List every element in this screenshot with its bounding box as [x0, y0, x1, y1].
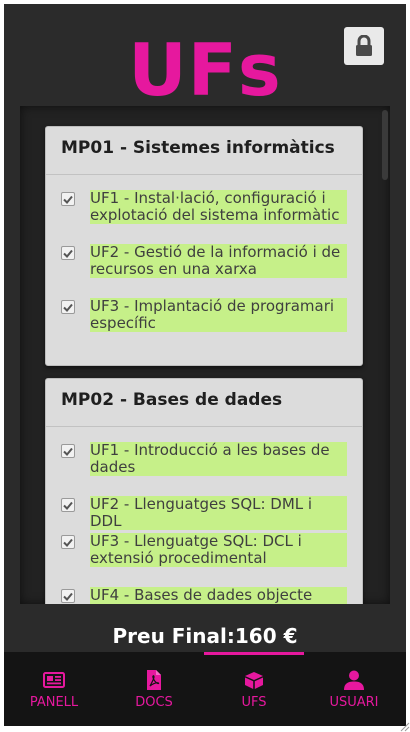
- resize-grip-icon[interactable]: [398, 720, 410, 732]
- uf-item[interactable]: UF2 - Gestió de la informació i de recur…: [61, 244, 347, 278]
- uf-item[interactable]: UF1 - Introducció a les bases de dades: [61, 442, 347, 476]
- uf-checkbox[interactable]: [61, 246, 75, 260]
- checkmark-icon: [63, 447, 73, 456]
- checkmark-icon: [63, 538, 73, 547]
- uf-item[interactable]: UF2 - Llenguatges SQL: DML i DDL: [61, 496, 347, 530]
- uf-checkbox[interactable]: [61, 589, 75, 603]
- uf-label: UF2 - Gestió de la informació i de recur…: [90, 244, 347, 278]
- uf-label: UF3 - Implantació de programari específi…: [90, 298, 347, 332]
- app-screen: UFs MP01 - Sistemes informàtics UF1 - In…: [4, 4, 406, 726]
- uf-checkbox[interactable]: [61, 535, 75, 549]
- lock-button[interactable]: [344, 27, 384, 65]
- uf-label: UF1 - Introducció a les bases de dades: [90, 442, 347, 476]
- module-title: MP01 - Sistemes informàtics: [46, 127, 362, 175]
- box-icon: [245, 672, 263, 689]
- nav-item-usuari[interactable]: USUARI: [304, 652, 404, 726]
- uf-checkbox[interactable]: [61, 498, 75, 512]
- uf-label: UF1 - Instal·lació, configuració i explo…: [90, 190, 347, 224]
- checkmark-icon: [63, 195, 73, 204]
- uf-item[interactable]: UF1 - Instal·lació, configuració i explo…: [61, 190, 347, 224]
- nav-item-ufs[interactable]: UFS: [204, 652, 304, 726]
- uf-label: UF3 - Llenguatge SQL: DCL i extensió pro…: [90, 533, 347, 567]
- uf-checkbox[interactable]: [61, 192, 75, 206]
- uf-checkbox[interactable]: [61, 444, 75, 458]
- checkmark-icon: [63, 249, 73, 258]
- nav-label: PANELL: [29, 695, 79, 710]
- modules-scroll-area[interactable]: MP01 - Sistemes informàtics UF1 - Instal…: [20, 106, 390, 604]
- uf-item[interactable]: UF3 - Implantació de programari específi…: [61, 298, 347, 332]
- uf-label: UF2 - Llenguatges SQL: DML i DDL: [90, 496, 347, 530]
- nav-label: UFS: [241, 695, 267, 710]
- nav-item-docs[interactable]: DOCS: [104, 652, 204, 726]
- uf-checkbox[interactable]: [61, 300, 75, 314]
- scrollbar[interactable]: [382, 110, 388, 180]
- final-price: Preu Final:160 €: [112, 624, 298, 648]
- checkmark-icon: [63, 501, 73, 510]
- checkmark-icon: [63, 303, 73, 312]
- pdf-file-icon: [147, 670, 161, 690]
- checkmark-icon: [63, 592, 73, 601]
- module-card: MP02 - Bases de dades UF1 - Introducció …: [45, 378, 363, 604]
- nav-label: DOCS: [135, 695, 173, 710]
- lock-icon: [356, 35, 372, 56]
- uf-label: UF4 - Bases de dades objecte: [90, 587, 347, 604]
- nav-label: USUARI: [329, 695, 379, 710]
- module-title: MP02 - Bases de dades: [46, 379, 362, 427]
- uf-item[interactable]: UF3 - Llenguatge SQL: DCL i extensió pro…: [61, 533, 347, 567]
- bottom-nav: PANELL DOCS UFS USUARI: [4, 652, 406, 726]
- user-icon: [344, 670, 364, 690]
- newspaper-icon: [43, 672, 65, 688]
- uf-item[interactable]: UF4 - Bases de dades objecte: [61, 587, 347, 604]
- nav-item-panell[interactable]: PANELL: [4, 652, 104, 726]
- module-card: MP01 - Sistemes informàtics UF1 - Instal…: [45, 126, 363, 366]
